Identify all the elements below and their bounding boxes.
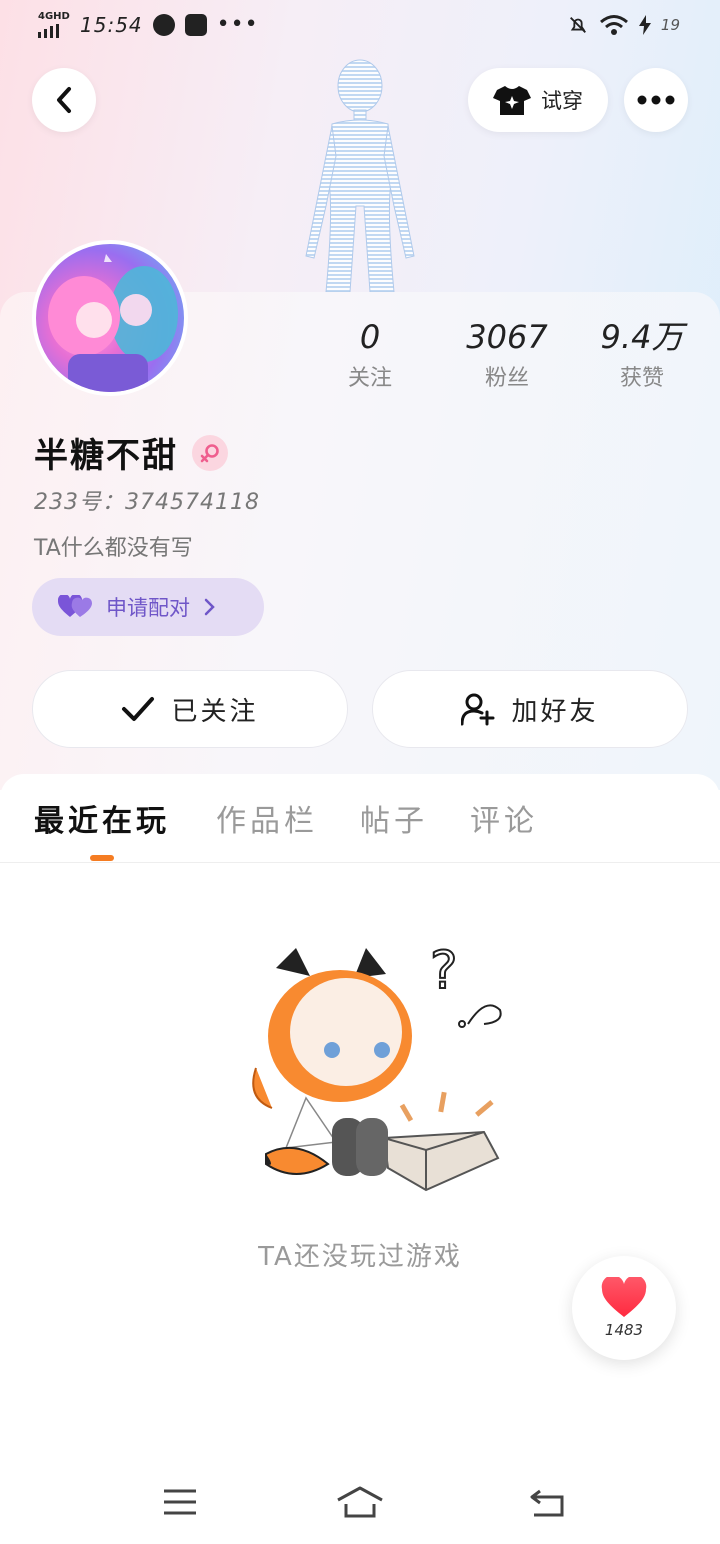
nickname: 半糖不甜 — [34, 436, 178, 476]
tab-comments[interactable]: 评论 — [470, 796, 538, 840]
chevron-right-icon — [204, 598, 215, 616]
wifi-icon — [599, 15, 628, 35]
tshirt-icon — [493, 86, 531, 115]
tab-bar: 最近在玩 作品栏 帖子 评论 — [0, 774, 720, 863]
female-icon — [200, 443, 219, 462]
tab-works[interactable]: 作品栏 — [216, 796, 318, 840]
nav-menu-button[interactable] — [150, 1480, 210, 1524]
more-button[interactable] — [624, 68, 688, 132]
nav-back-button[interactable] — [518, 1480, 578, 1524]
system-navigation-bar — [0, 1460, 720, 1544]
return-icon — [530, 1489, 564, 1517]
bio-text: TA什么都没有写 — [34, 536, 193, 561]
following-count: 0 — [359, 318, 381, 356]
network-type-label: 4GHD — [38, 11, 70, 22]
following-label: 关注 — [347, 366, 392, 391]
fans-count: 3067 — [466, 318, 548, 356]
likes-received-count: 9.4万 — [600, 318, 684, 356]
request-pair-button[interactable]: 申请配对 — [32, 578, 264, 636]
try-on-button[interactable]: 试穿 — [468, 68, 608, 132]
nav-home-button[interactable] — [330, 1480, 390, 1524]
tab-recent-play[interactable]: 最近在玩 — [34, 796, 170, 840]
try-on-label: 试穿 — [541, 89, 583, 113]
cellular-signal-icon: 4GHD — [38, 12, 70, 38]
stat-fans[interactable]: 3067 粉丝 — [437, 318, 577, 392]
menu-icon — [164, 1489, 196, 1515]
stat-following[interactable]: 0 关注 — [300, 318, 440, 392]
add-friend-button[interactable]: 加好友 — [372, 670, 688, 748]
like-count: 1483 — [604, 1321, 644, 1339]
status-more: ••• — [216, 12, 259, 37]
mute-bell-icon — [569, 17, 586, 33]
likes-received-label: 获赞 — [619, 366, 664, 391]
home-icon — [337, 1486, 383, 1518]
tab-posts[interactable]: 帖子 — [360, 796, 428, 840]
add-user-icon — [461, 693, 495, 726]
user-id-row[interactable]: 233号：374574118 — [34, 484, 260, 516]
status-time: 15:54 — [80, 13, 143, 37]
battery-level: 19 — [660, 16, 680, 34]
stats-row: 0 关注 3067 粉丝 9.4万 获赞 — [300, 318, 720, 398]
shopping-bag-icon — [184, 14, 207, 36]
followed-button[interactable]: 已关注 — [32, 670, 348, 748]
user-id-label: 233号： — [34, 490, 125, 515]
empty-state-illustration: ? — [252, 940, 502, 1192]
nickname-row: 半糖不甜 — [34, 428, 228, 477]
avatar[interactable] — [32, 240, 188, 396]
avatar-3d-figure[interactable] — [296, 56, 424, 292]
stat-likes[interactable]: 9.4万 获赞 — [572, 318, 712, 392]
double-heart-icon — [58, 595, 92, 617]
user-id-value: 374574118 — [125, 490, 260, 515]
svg-text:?: ? — [430, 941, 458, 1001]
fans-label: 粉丝 — [484, 366, 529, 391]
check-icon — [122, 697, 155, 721]
followed-label: 已关注 — [171, 696, 259, 727]
tab-active-indicator — [90, 855, 114, 861]
back-arrow-icon — [57, 87, 71, 113]
charging-icon — [638, 15, 651, 35]
add-friend-label: 加好友 — [511, 696, 599, 727]
request-pair-label: 申请配对 — [106, 596, 190, 620]
like-button[interactable]: 1483 — [572, 1256, 676, 1360]
back-button[interactable] — [32, 68, 96, 132]
avatar-illustration — [48, 254, 178, 392]
heart-icon — [601, 1277, 647, 1317]
gender-badge — [192, 434, 228, 471]
status-bar: 4GHD 15:54 ••• 19 — [0, 0, 720, 56]
more-dots-icon — [637, 95, 675, 105]
speed-icon — [152, 14, 175, 36]
